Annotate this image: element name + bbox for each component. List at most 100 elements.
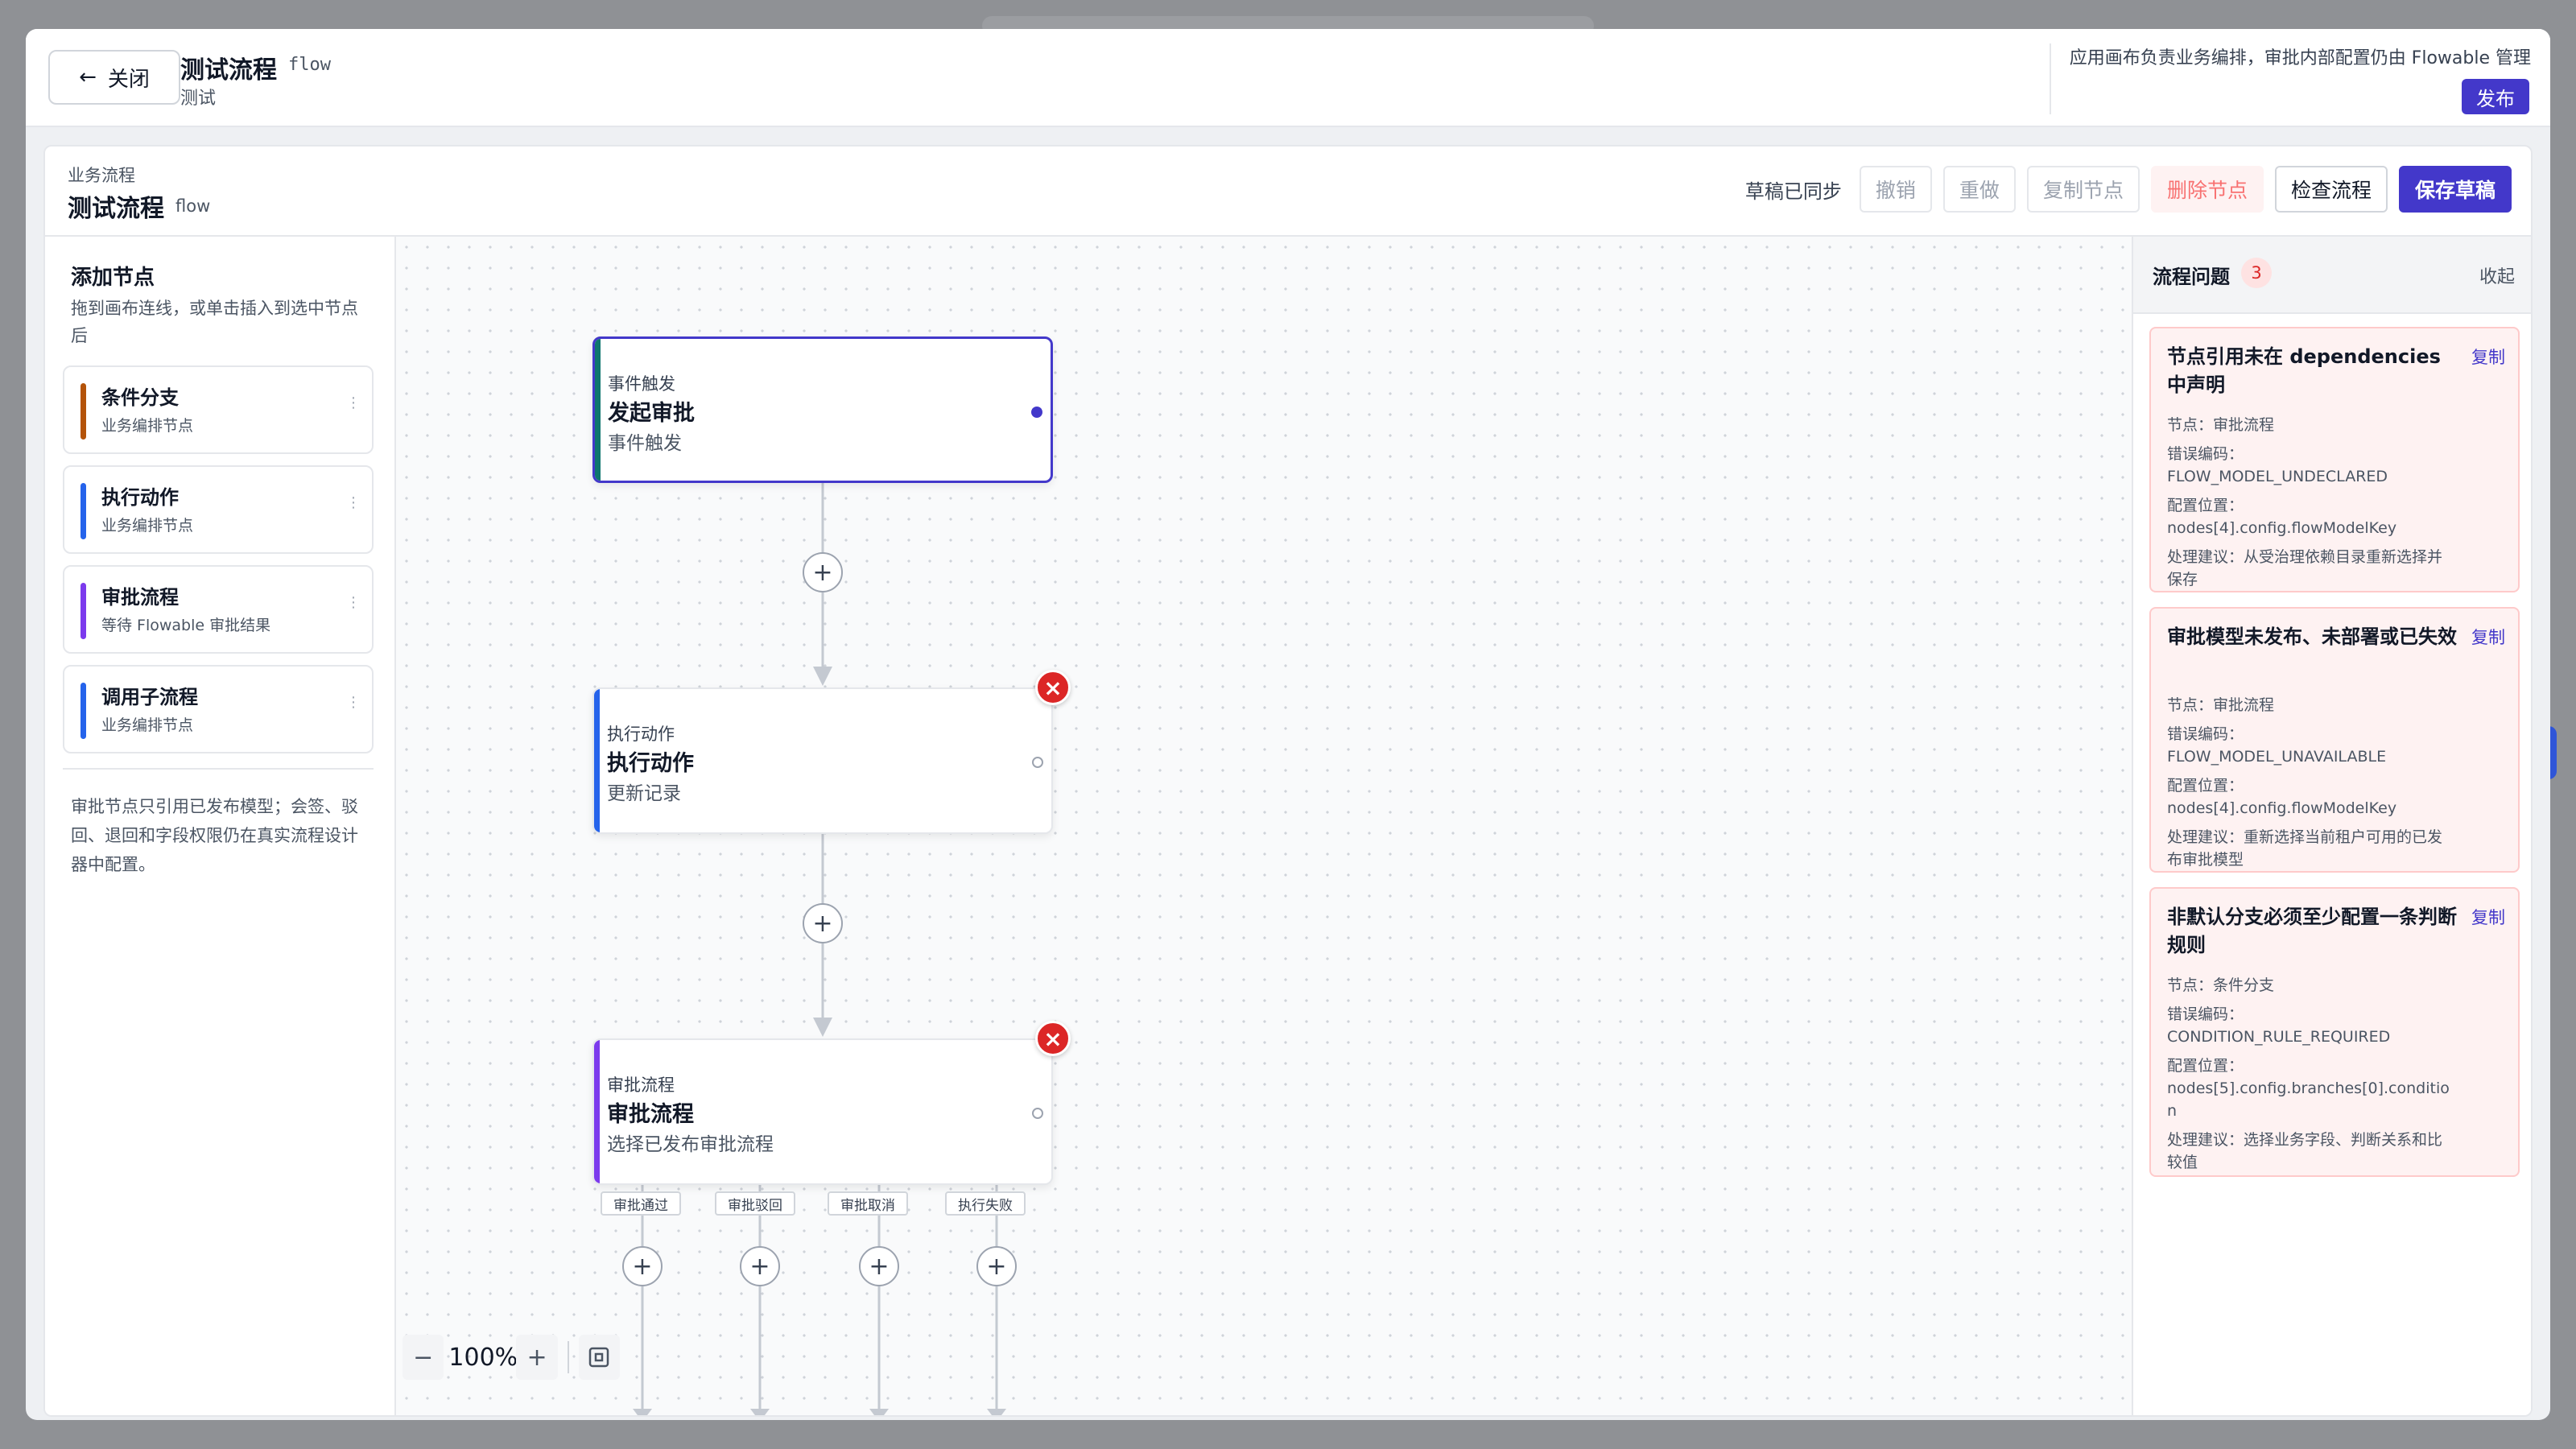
node-output-port[interactable] <box>1032 1108 1043 1119</box>
issue-title: 审批模型未发布、未部署或已失效 <box>2167 625 2457 648</box>
copy-button[interactable]: 复制 <box>2471 905 2505 929</box>
issue-title: 非默认分支必须至少配置一条判断规则 <box>2167 906 2457 956</box>
zoom-controls: − 100% + <box>402 1325 620 1389</box>
node-palette: 添加节点 拖到画布连线，或单击插入到选中节点后 条件分支 业务编排节点 ⋮ 执行… <box>45 237 396 1415</box>
zoom-out-button[interactable]: − <box>402 1335 444 1380</box>
palette-color-bar <box>80 383 86 440</box>
issue-suggestion: 处理建议：重新选择当前租户可用的已发布审批模型 <box>2167 828 2443 869</box>
issue-code: FLOW_MODEL_UNDECLARED <box>2167 468 2388 485</box>
modal-flow-code: flow <box>288 55 331 75</box>
error-close-icon[interactable]: × <box>1035 1021 1071 1056</box>
check-flow-button[interactable]: 检查流程 <box>2274 166 2388 213</box>
delete-node-button[interactable]: 删除节点 <box>2150 166 2264 213</box>
node-type: 事件触发 <box>608 374 675 394</box>
close-label: 关闭 <box>107 67 150 92</box>
issue-code-label: 错误编码： <box>2167 725 2244 743</box>
palette-description: 拖到画布连线，或单击插入到选中节点后 <box>71 299 358 345</box>
issue-node: 节点：条件分支 <box>2167 976 2275 994</box>
error-close-icon[interactable]: × <box>1035 670 1071 705</box>
insert-node-button[interactable]: + <box>622 1246 663 1286</box>
drag-handle-icon[interactable]: ⋮ <box>346 596 361 610</box>
insert-node-button[interactable]: + <box>976 1246 1017 1286</box>
modal-header: ← 关闭 测试流程 flow 测试 应用画布负责业务编排，审批内部配置仍由 Fl… <box>26 29 2550 127</box>
flow-node-action[interactable]: 执行动作 执行动作 更新记录 <box>592 687 1053 834</box>
flow-editor-modal: ← 关闭 测试流程 flow 测试 应用画布负责业务编排，审批内部配置仍由 Fl… <box>26 29 2550 1420</box>
issue-title: 节点引用未在 dependencies 中声明 <box>2167 345 2441 396</box>
palette-item-subflow[interactable]: 调用子流程 业务编排节点 ⋮ <box>63 665 374 753</box>
flow-node-trigger[interactable]: 事件触发 发起审批 事件触发 <box>592 336 1053 483</box>
insert-node-button[interactable]: + <box>859 1246 899 1286</box>
modal-title: 测试流程 <box>180 56 277 85</box>
issues-count-badge: 3 <box>2241 258 2272 288</box>
palette-item-name: 执行动作 <box>101 486 179 509</box>
palette-color-bar <box>80 683 86 739</box>
palette-divider <box>63 768 374 770</box>
issue-path-label: 配置位置： <box>2167 497 2244 514</box>
issue-path-label: 配置位置： <box>2167 777 2244 795</box>
zoom-in-button[interactable]: + <box>516 1335 558 1380</box>
palette-item-name: 条件分支 <box>101 386 179 409</box>
fit-view-icon[interactable] <box>578 1335 620 1380</box>
issue-card[interactable]: 审批模型未发布、未部署或已失效 复制 节点：审批流程 错误编码： FLOW_MO… <box>2149 607 2520 873</box>
drag-handle-icon[interactable]: ⋮ <box>346 696 361 710</box>
insert-node-button[interactable]: + <box>803 903 843 943</box>
redo-button[interactable]: 重做 <box>1942 166 2016 213</box>
insert-node-button[interactable]: + <box>803 552 843 592</box>
flow-issues-panel: 流程问题 3 收起 节点引用未在 dependencies 中声明 复制 节点：… <box>2132 237 2531 1415</box>
node-output-port[interactable] <box>1031 407 1042 418</box>
palette-item-sub: 业务编排节点 <box>101 517 194 535</box>
palette-item-name: 调用子流程 <box>101 686 198 708</box>
copy-button[interactable]: 复制 <box>2471 625 2505 649</box>
palette-color-bar <box>80 583 86 639</box>
node-output-port[interactable] <box>1032 757 1043 768</box>
insert-node-button[interactable]: + <box>740 1246 780 1286</box>
zoom-level: 100% <box>448 1343 518 1372</box>
undo-button[interactable]: 撤销 <box>1859 166 1932 213</box>
publish-button[interactable]: 发布 <box>2462 79 2529 114</box>
page-flow-code: flow <box>175 196 211 216</box>
arrow-head-icon <box>813 667 832 686</box>
arrow-head-icon <box>633 1409 652 1415</box>
save-draft-button[interactable]: 保存草稿 <box>2398 166 2512 213</box>
issue-path: nodes[4].config.flowModelKey <box>2167 519 2397 537</box>
arrow-left-icon: ← <box>79 65 97 89</box>
issue-node: 节点：审批流程 <box>2167 416 2275 434</box>
issues-header: 流程问题 3 收起 <box>2133 237 2531 314</box>
arrow-head-icon <box>869 1409 889 1415</box>
node-type: 执行动作 <box>607 724 675 744</box>
node-subtitle: 更新记录 <box>607 783 681 804</box>
issue-path: nodes[5].config.branches[0].condition <box>2167 1080 2450 1120</box>
flow-canvas[interactable]: 事件触发 发起审批 事件触发 + 执行动作 执行动作 更新记录 × + 审批流程… <box>396 237 2132 1415</box>
palette-title: 添加节点 <box>71 266 155 290</box>
editor-toolbar: 草稿已同步 撤销 重做 复制节点 删除节点 检查流程 保存草稿 <box>1745 166 2512 213</box>
breadcrumb: 业务流程 <box>68 166 135 185</box>
issue-suggestion: 处理建议：从受治理依赖目录重新选择并保存 <box>2167 548 2443 588</box>
issue-code: FLOW_MODEL_UNAVAILABLE <box>2167 748 2387 766</box>
palette-item-sub: 业务编排节点 <box>101 716 194 734</box>
sync-status: 草稿已同步 <box>1744 180 1842 203</box>
drag-handle-icon[interactable]: ⋮ <box>346 496 361 510</box>
node-accent-bar <box>594 689 600 832</box>
arrow-head-icon <box>813 1018 832 1037</box>
issue-suggestion: 处理建议：选择业务字段、判断关系和比较值 <box>2167 1131 2443 1171</box>
issue-code: CONDITION_RULE_REQUIRED <box>2167 1028 2391 1046</box>
copy-node-button[interactable]: 复制节点 <box>2026 166 2140 213</box>
collapse-button[interactable]: 收起 <box>2479 262 2515 288</box>
node-subtitle: 事件触发 <box>608 433 682 454</box>
issue-card[interactable]: 非默认分支必须至少配置一条判断规则 复制 节点：条件分支 错误编码： CONDI… <box>2149 887 2520 1177</box>
node-title: 审批流程 <box>607 1102 694 1127</box>
palette-item-action[interactable]: 执行动作 业务编排节点 ⋮ <box>63 465 374 554</box>
close-button[interactable]: ← 关闭 <box>48 50 180 105</box>
flow-node-approval[interactable]: 审批流程 审批流程 选择已发布审批流程 <box>592 1038 1053 1185</box>
drag-handle-icon[interactable]: ⋮ <box>346 396 361 411</box>
header-divider <box>2050 43 2051 114</box>
palette-item-condition[interactable]: 条件分支 业务编排节点 ⋮ <box>63 365 374 454</box>
editor-toolbar-bar: 业务流程 测试流程 flow 草稿已同步 撤销 重做 复制节点 删除节点 检查流… <box>45 147 2531 237</box>
issue-card[interactable]: 节点引用未在 dependencies 中声明 复制 节点：审批流程 错误编码：… <box>2149 327 2520 592</box>
palette-note: 审批节点只引用已发布模型；会签、驳回、退回和字段权限仍在真实流程设计器中配置。 <box>71 797 358 874</box>
node-title: 发起审批 <box>608 401 695 426</box>
palette-item-sub: 业务编排节点 <box>101 417 194 435</box>
copy-button[interactable]: 复制 <box>2471 345 2505 369</box>
palette-item-approval[interactable]: 审批流程 等待 Flowable 审批结果 ⋮ <box>63 565 374 654</box>
palette-color-bar <box>80 483 86 539</box>
